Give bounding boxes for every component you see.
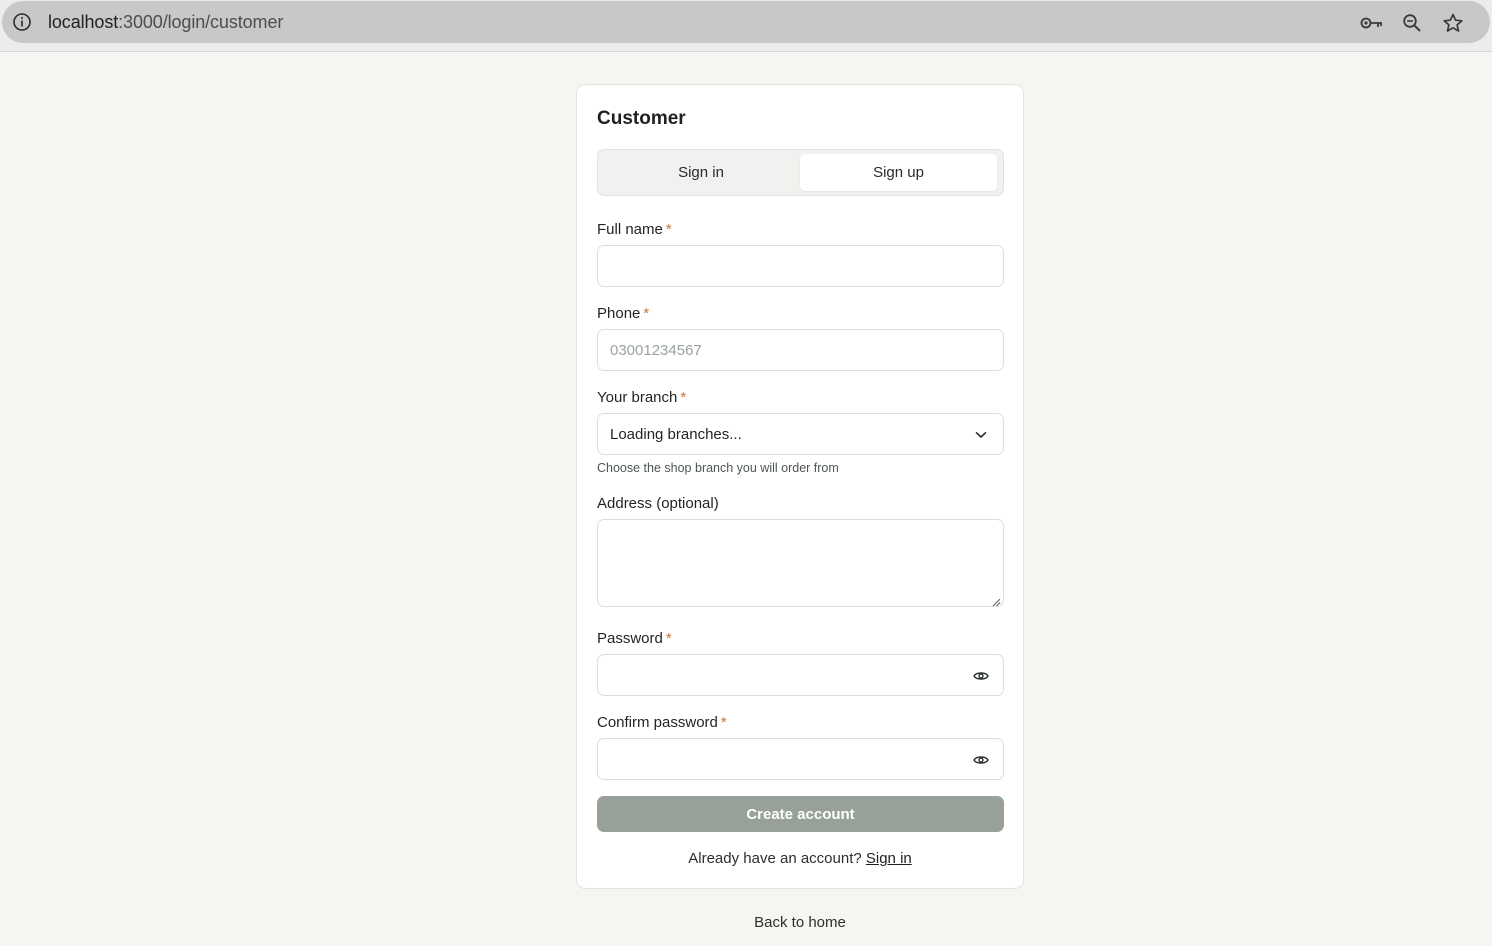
phone-field[interactable]: 03001234567 — [597, 329, 1004, 371]
sign-in-prompt: Already have an account? Sign in — [577, 850, 1023, 867]
branch-label-text: Your branch — [597, 389, 678, 406]
confirm-password-label: Confirm password * — [597, 714, 727, 731]
sign-in-link[interactable]: Sign in — [866, 850, 912, 867]
address-textarea[interactable] — [597, 519, 1004, 607]
address-bar[interactable]: localhost:3000/login/customer — [2, 1, 1490, 43]
back-to-home-link[interactable]: Back to home — [576, 914, 1024, 931]
phone-label: Phone * — [597, 305, 649, 322]
phone-label-text: Phone — [597, 305, 641, 322]
required-mark: * — [720, 714, 727, 731]
eye-icon[interactable] — [971, 750, 991, 770]
card-title: Customer — [597, 108, 686, 129]
auth-tabs: Sign in Sign up — [597, 149, 1004, 196]
phone-placeholder: 03001234567 — [610, 342, 702, 359]
browser-toolbar: localhost:3000/login/customer — [0, 0, 1492, 52]
tab-sign-up[interactable]: Sign up — [800, 154, 997, 191]
auth-card: Customer Sign in Sign up Full name * Phon… — [576, 84, 1024, 889]
create-account-button[interactable]: Create account — [597, 796, 1004, 832]
branch-label: Your branch * — [597, 389, 686, 406]
required-mark: * — [665, 221, 672, 238]
address-label: Address (optional) — [597, 495, 719, 512]
tab-sign-in[interactable]: Sign in — [602, 154, 800, 191]
zoom-icon[interactable] — [1400, 11, 1424, 35]
required-mark: * — [643, 305, 650, 322]
password-field[interactable] — [597, 654, 1004, 696]
full-name-label-text: Full name — [597, 221, 663, 238]
chevron-down-icon — [971, 425, 991, 445]
branch-select[interactable]: Loading branches... — [597, 413, 1004, 455]
password-label-text: Password — [597, 630, 663, 647]
confirm-password-field[interactable] — [597, 738, 1004, 780]
resize-handle-icon[interactable] — [991, 594, 1001, 607]
url-text[interactable]: localhost:3000/login/customer — [48, 12, 283, 33]
full-name-field[interactable] — [597, 245, 1004, 287]
branch-selected-value: Loading branches... — [610, 426, 742, 443]
site-info-icon[interactable] — [10, 10, 34, 34]
branch-hint: Choose the shop branch you will order fr… — [597, 461, 839, 475]
required-mark: * — [665, 630, 672, 647]
url-path: :3000/login/customer — [118, 12, 284, 32]
password-label: Password * — [597, 630, 672, 647]
eye-icon[interactable] — [971, 666, 991, 686]
full-name-label: Full name * — [597, 221, 672, 238]
confirm-password-label-text: Confirm password — [597, 714, 718, 731]
sign-in-prompt-text: Already have an account? — [688, 850, 862, 867]
required-mark: * — [680, 389, 687, 406]
bookmark-star-icon[interactable] — [1441, 11, 1465, 35]
password-key-icon[interactable] — [1360, 11, 1384, 35]
url-host: localhost — [48, 12, 119, 32]
